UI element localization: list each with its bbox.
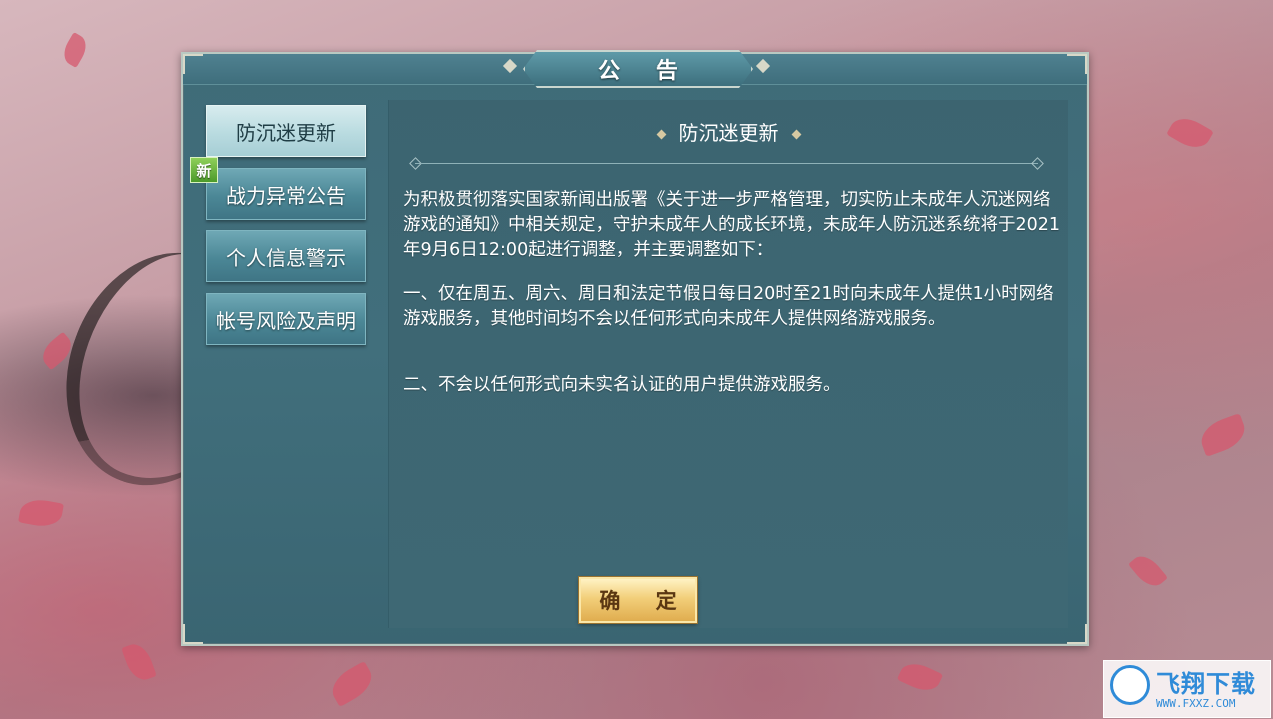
- watermark-logo-icon: [1110, 665, 1150, 705]
- divider-diamond-icon: [1031, 157, 1044, 170]
- background-petal: [896, 657, 944, 697]
- tab-label: 防沉迷更新: [236, 120, 336, 145]
- corner-ornament: [183, 624, 203, 644]
- tab-label: 战力异常公告: [226, 183, 346, 208]
- background-petal: [58, 32, 92, 68]
- corner-ornament: [1067, 54, 1087, 74]
- heading-divider: [415, 163, 1038, 164]
- watermark-brand: 飞翔下载: [1156, 670, 1256, 698]
- background-petal: [1166, 111, 1214, 155]
- background-petal: [325, 660, 379, 708]
- new-badge: 新: [190, 157, 218, 183]
- tab-personal-info-warning[interactable]: 个人信息警示: [206, 230, 366, 282]
- content-paragraph-intro: 为积极贯彻落实国家新闻出版署《关于进一步严格管理，切实防止未成年人沉迷网络游戏的…: [403, 190, 1061, 260]
- diamond-icon: [656, 129, 666, 140]
- diamond-icon: [791, 129, 801, 140]
- watermark-url: WWW.FXXZ.COM: [1156, 697, 1236, 710]
- content-heading: 防沉迷更新: [678, 121, 779, 145]
- tab-account-risk-statement[interactable]: 帐号风险及声明: [206, 293, 366, 345]
- dialog-title-plate: 公 告: [523, 50, 753, 88]
- confirm-button-label: 确 定: [599, 589, 691, 613]
- site-watermark: 飞翔下载 WWW.FXXZ.COM: [1103, 660, 1271, 718]
- confirm-button[interactable]: 确 定: [579, 577, 697, 623]
- corner-ornament: [1067, 624, 1087, 644]
- content-paragraph-rule-2: 二、不会以任何形式向未实名认证的用户提供游戏服务。: [403, 375, 841, 395]
- background-petal: [1128, 550, 1168, 592]
- announcement-content: 防沉迷更新 为积极贯彻落实国家新闻出版署《关于进一步严格管理，切实防止未成年人沉…: [388, 100, 1068, 628]
- tab-label: 个人信息警示: [226, 245, 346, 270]
- background-petal: [1196, 413, 1250, 457]
- tab-combat-power-anomaly[interactable]: 战力异常公告: [206, 168, 366, 220]
- background-petal: [18, 496, 64, 530]
- tab-label: 帐号风险及声明: [216, 308, 356, 333]
- tab-anti-addiction-update[interactable]: 防沉迷更新: [206, 105, 366, 157]
- background-petal: [121, 640, 157, 684]
- corner-ornament: [183, 54, 203, 74]
- content-paragraph-rule-1: 一、仅在周五、周六、周日和法定节假日每日20时至21时向未成年人提供1小时网络游…: [403, 284, 1054, 329]
- content-heading-row: 防沉迷更新: [389, 117, 1068, 146]
- dialog-title: 公 告: [598, 59, 692, 84]
